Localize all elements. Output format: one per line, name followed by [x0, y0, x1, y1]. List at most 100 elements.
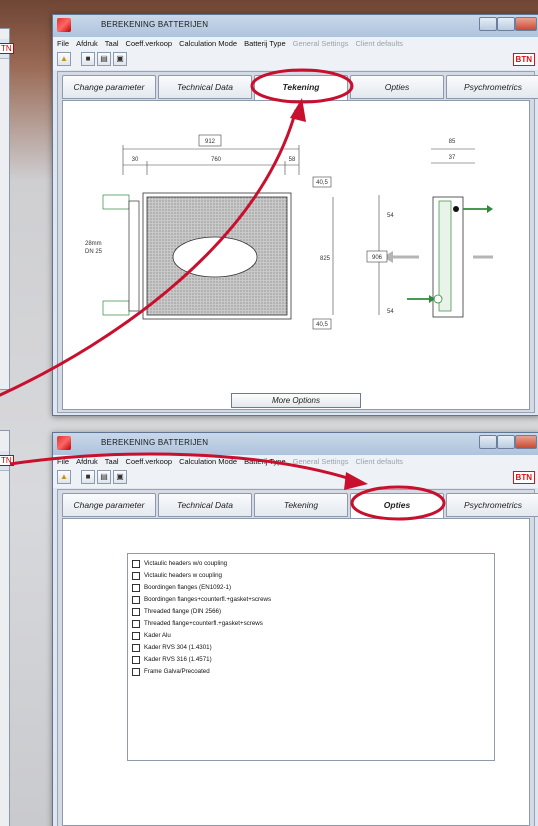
option-row[interactable]: Threaded flange (DIN 2566)	[132, 606, 221, 617]
preview-icon[interactable]: ▣	[113, 52, 127, 66]
header-pipe	[128, 200, 140, 312]
option-label: Frame Galva/Precoated	[144, 668, 210, 675]
background-logo-bottom: TN	[0, 455, 14, 466]
window-tekening: BEREKENING BATTERIJEN File Afdruk Taal C…	[52, 14, 538, 416]
close-icon[interactable]	[515, 17, 537, 31]
background-window-bottom: TN	[0, 430, 14, 826]
side-inner: 37	[449, 155, 456, 161]
close-icon-2[interactable]	[515, 435, 537, 449]
option-checkbox[interactable]	[132, 655, 140, 664]
maximize-icon-2[interactable]	[497, 435, 515, 449]
option-checkbox[interactable]	[132, 595, 140, 604]
side-width: 85	[449, 139, 456, 145]
drawing-area: 912 30 760 58 28mm DN 25 40,5 825 40,5 8…	[62, 100, 530, 410]
side-top: 54	[387, 213, 394, 219]
option-row[interactable]: Victaulic headers w/o coupling	[132, 558, 227, 569]
option-row[interactable]: Kader Alu	[132, 630, 171, 641]
option-row[interactable]: Frame Galva/Precoated	[132, 666, 210, 677]
option-row[interactable]: Kader RVS 316 (1.4571)	[132, 654, 212, 665]
options-area: Victaulic headers w/o coupling Victaulic…	[62, 518, 530, 826]
side-bottom: 54	[387, 309, 394, 315]
window-title: BEREKENING BATTERIJEN	[101, 20, 209, 29]
open-folder-icon[interactable]: ▲	[57, 52, 71, 66]
option-label: Boordingen flanges+counterfl.+gasket+scr…	[144, 596, 272, 603]
option-checkbox[interactable]	[132, 559, 140, 568]
menu-file[interactable]: File	[57, 39, 69, 48]
print-icon-2[interactable]: ▤	[97, 470, 111, 484]
coil-label-oval	[172, 236, 258, 278]
tab-panel: Change parameter Technical Data Tekening…	[57, 71, 538, 413]
tab-technical-data-2[interactable]: Technical Data	[158, 493, 252, 517]
print-icon[interactable]: ▤	[97, 52, 111, 66]
option-row[interactable]: Boordingen flanges+counterfl.+gasket+scr…	[132, 594, 271, 605]
side-coil	[438, 200, 452, 312]
menu-batterij-type-2[interactable]: Batterij Type	[244, 457, 286, 466]
save-icon-2[interactable]: ■	[81, 470, 95, 484]
option-checkbox[interactable]	[132, 667, 140, 676]
minimize-icon[interactable]	[479, 17, 497, 31]
tab-technical-data[interactable]: Technical Data	[158, 75, 252, 99]
toolbar: ▲ ■ ▤ ▣ BTN	[53, 50, 538, 70]
menu-taal-2[interactable]: Taal	[105, 457, 119, 466]
option-label: Threaded flange+counterfl.+gasket+screws	[144, 620, 263, 627]
option-label: Victaulic headers w coupling	[144, 572, 222, 579]
option-checkbox[interactable]	[132, 607, 140, 616]
option-checkbox[interactable]	[132, 643, 140, 652]
option-checkbox[interactable]	[132, 571, 140, 580]
menu-batterij-type[interactable]: Batterij Type	[244, 39, 286, 48]
options-list: Victaulic headers w/o coupling Victaulic…	[127, 553, 495, 761]
more-options-button[interactable]: More Options	[231, 393, 361, 408]
menu-general-settings: General Settings	[292, 39, 349, 48]
tab-psychrometrics-2[interactable]: Psychrometrics	[446, 493, 538, 517]
preview-icon-2[interactable]: ▣	[113, 470, 127, 484]
maximize-icon[interactable]	[497, 17, 515, 31]
toolbar-2: ▲ ■ ▤ ▣ BTN	[53, 468, 538, 488]
menubar: File Afdruk Taal Coeff.verkoop Calculati…	[53, 37, 538, 50]
side-middle: 906	[372, 255, 383, 261]
tab-change-parameter-2[interactable]: Change parameter	[62, 493, 156, 517]
option-label: Boordingen flanges (EN1092-1)	[144, 584, 232, 591]
option-checkbox[interactable]	[132, 631, 140, 640]
menu-calculation-mode[interactable]: Calculation Mode	[179, 39, 237, 48]
tab-psychrometrics[interactable]: Psychrometrics	[446, 75, 538, 99]
dim-height: 825	[320, 256, 331, 262]
menu-afdruk[interactable]: Afdruk	[76, 39, 98, 48]
connection-label-1: 28mm	[85, 241, 102, 247]
dim-left: 30	[132, 157, 139, 163]
option-label: Victaulic headers w/o coupling	[144, 560, 228, 567]
option-row[interactable]: Victaulic headers w coupling	[132, 570, 222, 581]
btn-logo-2: BTN	[512, 471, 535, 484]
side-connection-ring	[433, 294, 443, 304]
titlebar-2[interactable]: BEREKENING BATTERIJEN	[53, 433, 538, 455]
titlebar[interactable]: BEREKENING BATTERIJEN	[53, 15, 538, 37]
save-icon[interactable]: ■	[81, 52, 95, 66]
dim-center: 760	[211, 157, 222, 163]
option-row[interactable]: Kader RVS 304 (1.4301)	[132, 642, 212, 653]
header-connection-bottom	[102, 300, 130, 316]
option-row[interactable]: Boordingen flanges (EN1092-1)	[132, 582, 231, 593]
menu-calculation-mode-2[interactable]: Calculation Mode	[179, 457, 237, 466]
option-checkbox[interactable]	[132, 583, 140, 592]
btn-logo: BTN	[512, 53, 535, 66]
menu-coeff-verkoop-2[interactable]: Coeff.verkoop	[126, 457, 173, 466]
menu-taal[interactable]: Taal	[105, 39, 119, 48]
app-icon	[57, 18, 71, 32]
tab-panel-2: Change parameter Technical Data Tekening…	[57, 489, 538, 826]
option-checkbox[interactable]	[132, 619, 140, 628]
menu-file-2[interactable]: File	[57, 457, 69, 466]
tab-opties-2[interactable]: Opties	[350, 493, 444, 519]
option-row[interactable]: Threaded flange+counterfl.+gasket+screws	[132, 618, 263, 629]
menu-afdruk-2[interactable]: Afdruk	[76, 457, 98, 466]
side-connection-dot	[453, 206, 459, 212]
background-logo-top: TN	[0, 43, 14, 54]
tab-tekening-2[interactable]: Tekening	[254, 493, 348, 517]
option-label: Threaded flange (DIN 2566)	[144, 608, 222, 615]
minimize-icon-2[interactable]	[479, 435, 497, 449]
open-folder-icon-2[interactable]: ▲	[57, 470, 71, 484]
tab-tekening[interactable]: Tekening	[254, 75, 348, 101]
tab-opties[interactable]: Opties	[350, 75, 444, 99]
tab-change-parameter[interactable]: Change parameter	[62, 75, 156, 99]
menu-coeff-verkoop[interactable]: Coeff.verkoop	[126, 39, 173, 48]
connection-label-2: DN 25	[85, 249, 103, 255]
option-label: Kader Alu	[144, 632, 171, 639]
